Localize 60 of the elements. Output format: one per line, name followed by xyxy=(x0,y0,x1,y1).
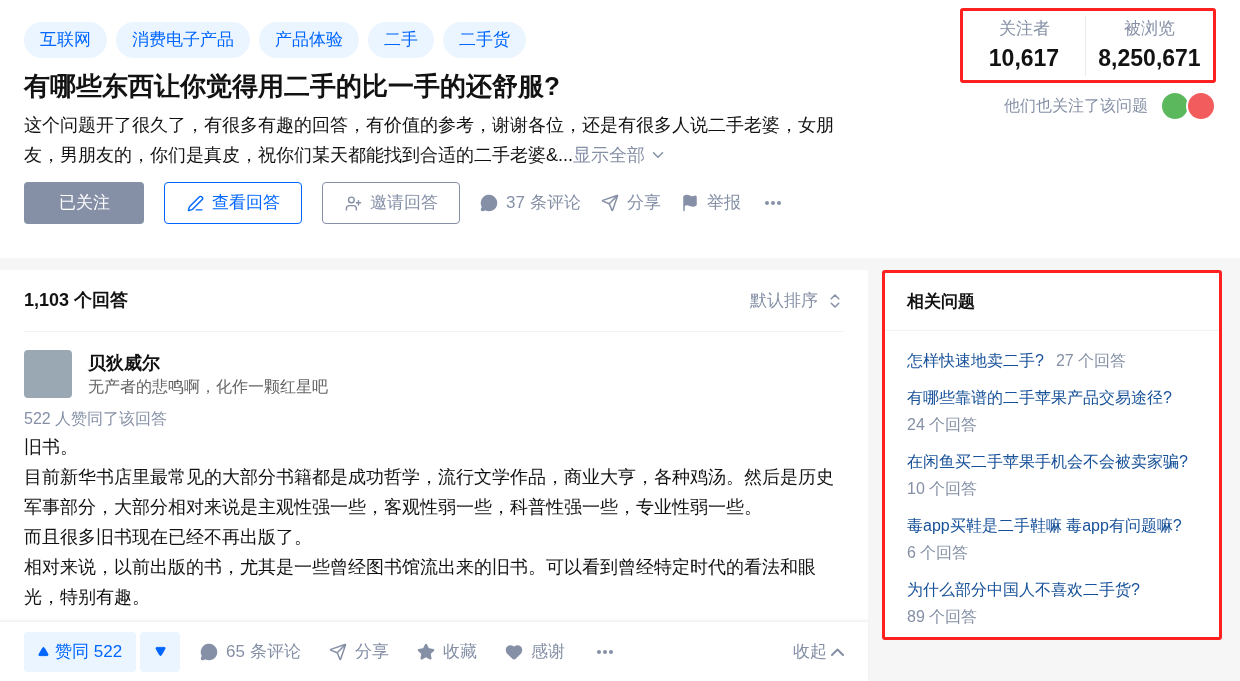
flag-icon xyxy=(680,194,699,212)
stat-label: 关注者 xyxy=(998,17,1050,40)
share-button[interactable]: 分享 xyxy=(328,638,389,665)
comments-button[interactable]: 37 条评论 xyxy=(480,190,581,216)
send-icon xyxy=(600,194,619,212)
question-excerpt: 这个问题开了很久了，有很多有趣的回答，有价值的参考，谢谢各位，还是有很多人说二手老婆，女朋友，男朋友的，你们是真皮，祝你们某天都能找到合适的二手老婆&...显示全部 xyxy=(24,110,864,170)
follow-button[interactable]: 已关注 xyxy=(24,182,144,224)
topic-tag[interactable]: 二手 xyxy=(368,22,434,58)
user-plus-icon xyxy=(344,194,362,212)
stat-label: 被浏览 xyxy=(1124,17,1175,40)
related-question-link[interactable]: 有哪些靠谱的二手苹果产品交易途径? xyxy=(907,389,1172,406)
upvote-summary: 522 人赞同了该回答 xyxy=(24,409,169,429)
report-button[interactable]: 举报 xyxy=(680,190,741,216)
share-button[interactable]: 分享 xyxy=(600,190,661,216)
related-question-link[interactable]: 怎样快速地卖二手? xyxy=(907,352,1044,369)
answer-count: 1,103 个回答 xyxy=(24,289,129,312)
related-question-link[interactable]: 毒app买鞋是二手鞋嘛 毒app有问题嘛? xyxy=(907,517,1182,534)
comment-icon xyxy=(200,642,219,661)
topic-tag[interactable]: 消费电子产品 xyxy=(116,22,250,58)
downvote-button[interactable] xyxy=(140,631,181,672)
upvote-button[interactable]: 赞同 522 xyxy=(24,631,137,672)
pen-icon xyxy=(186,194,204,212)
heart-icon xyxy=(504,642,523,661)
answer-count: 10 个回答 xyxy=(907,480,978,497)
comments-button[interactable]: 65 条评论 xyxy=(200,638,301,665)
collapse-button[interactable]: 收起 xyxy=(793,638,844,665)
topic-tag[interactable]: 二手货 xyxy=(443,22,526,58)
author-name[interactable]: 贝狄威尔 xyxy=(88,350,328,376)
more-icon xyxy=(596,649,613,654)
answer-paragraph: 旧书。 xyxy=(24,436,79,459)
sort-button[interactable]: 默认排序 xyxy=(750,287,844,314)
send-icon xyxy=(328,642,347,661)
author-bio: 无产者的悲鸣啊，化作一颗红星吧 xyxy=(88,377,328,397)
related-question-link[interactable]: 为什么部分中国人不喜欢二手货? xyxy=(907,581,1140,598)
stat-value: 10,617 xyxy=(988,44,1060,73)
comment-icon xyxy=(480,194,498,212)
answer-paragraph: 目前新华书店里最常见的大部分书籍都是成功哲学，流行文学作品，商业大亨，各种鸡汤。然后是历史军事部分，大部分相对来说是主观性强一些，客观性弱一些，科普性强一些，专业性弱一些。 xyxy=(24,466,835,519)
view-answers-button[interactable]: 查看回答 xyxy=(164,182,302,224)
triangle-down-icon xyxy=(154,646,166,657)
invite-button[interactable]: 邀请回答 xyxy=(322,182,460,224)
topic-tag[interactable]: 产品体验 xyxy=(259,22,359,58)
chevron-up-icon xyxy=(831,647,844,656)
stat-value: 8,250,671 xyxy=(1098,44,1201,73)
question-title: 有哪些东西让你觉得用二手的比一手的还舒服? xyxy=(24,70,561,103)
topic-tag[interactable]: 互联网 xyxy=(24,22,107,58)
answer-paragraph: 相对来说，以前出版的书，尤其是一些曾经图书馆流出来的旧书。可以看到曾经特定时代的看法和眼光，特别有趣。 xyxy=(24,556,817,609)
collect-button[interactable]: 收藏 xyxy=(416,638,477,665)
answer-count: 89 个回答 xyxy=(907,608,978,625)
related-question-link[interactable]: 在闲鱼买二手苹果手机会不会被卖家骗? xyxy=(907,453,1188,470)
also-followed-text: 他们也关注了该问题 xyxy=(1004,96,1148,116)
answer-count: 24 个回答 xyxy=(907,416,978,433)
thanks-button[interactable]: 感谢 xyxy=(504,638,565,665)
star-icon xyxy=(416,642,435,661)
triangle-up-icon xyxy=(38,646,49,657)
show-all-link[interactable]: 显示全部 xyxy=(573,140,667,170)
related-title: 相关问题 xyxy=(907,290,975,313)
more-icon xyxy=(764,201,781,205)
answer-count: 6 个回答 xyxy=(907,544,969,561)
answer-count: 27 个回答 xyxy=(1055,352,1127,369)
answer-paragraph: 而且很多旧书现在已经不再出版了。 xyxy=(24,526,313,549)
